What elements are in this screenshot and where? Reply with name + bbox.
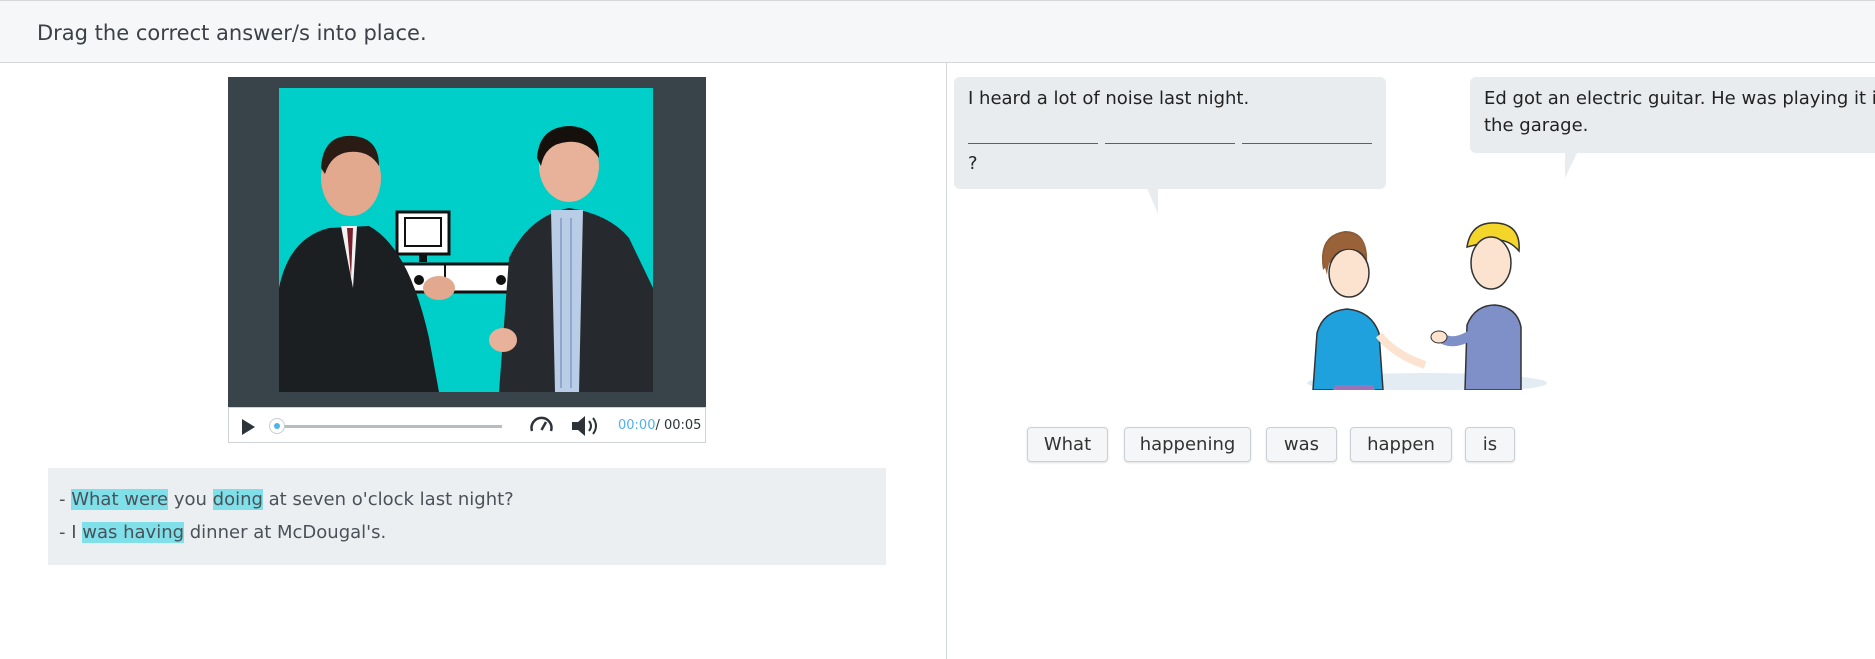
conversation-cartoon-image xyxy=(1307,222,1547,390)
time-display: 00:00/ 00:05 xyxy=(618,418,701,433)
transcript-line-1: - What were you doing at seven o'clock l… xyxy=(59,489,514,510)
transcript-line-2: - I was having dinner at McDougal's. xyxy=(59,522,386,543)
plain-text: at seven o'clock last night? xyxy=(262,489,514,510)
play-icon[interactable] xyxy=(242,419,255,435)
bubble-text: the garage. xyxy=(1484,115,1589,136)
speed-icon[interactable] xyxy=(529,413,554,438)
instruction-bar: Drag the correct answer/s into place. xyxy=(0,0,1875,63)
highlight-text: What were xyxy=(71,489,169,510)
bubble-tail xyxy=(1565,153,1577,178)
answer-chip[interactable]: What xyxy=(1027,427,1108,462)
drop-zone-2[interactable] xyxy=(1105,143,1235,144)
progress-track[interactable] xyxy=(275,425,502,428)
line-prefix: - xyxy=(59,489,72,510)
progress-handle[interactable] xyxy=(269,418,285,434)
answer-chip[interactable]: was xyxy=(1266,427,1337,462)
plain-text: dinner at McDougal's. xyxy=(184,522,387,543)
current-time: 00:00 xyxy=(618,418,656,433)
video-still-image xyxy=(279,126,653,392)
duration: / 00:05 xyxy=(655,418,702,433)
speech-bubble-right: Ed got an electric guitar. He was playin… xyxy=(1470,77,1875,153)
bubble-text: Ed got an electric guitar. He was playin… xyxy=(1484,88,1875,109)
highlight-text: was having xyxy=(82,522,185,543)
instruction-text: Drag the correct answer/s into place. xyxy=(37,21,427,45)
bubble-tail xyxy=(1147,188,1158,214)
transcript-box: - What were you doing at seven o'clock l… xyxy=(48,468,886,565)
speech-bubble-left: I heard a lot of noise last night. ? xyxy=(954,77,1386,189)
video-controls: 00:00/ 00:05 xyxy=(228,407,706,443)
plain-text: you xyxy=(168,489,213,510)
drop-zone-1[interactable] xyxy=(968,143,1098,144)
bubble-text: I heard a lot of noise last night. xyxy=(968,88,1250,109)
volume-icon[interactable] xyxy=(570,414,602,438)
answer-chip[interactable]: happening xyxy=(1124,427,1251,462)
answer-chip[interactable]: is xyxy=(1465,427,1515,462)
bubble-end-text: ? xyxy=(968,153,978,174)
panel-divider xyxy=(946,63,947,659)
drop-zone-3[interactable] xyxy=(1242,143,1372,144)
video-frame[interactable] xyxy=(279,88,653,392)
video-player[interactable]: 00:00/ 00:05 xyxy=(228,77,706,443)
answer-chip[interactable]: happen xyxy=(1350,427,1452,462)
highlight-text: doing xyxy=(212,489,263,510)
line-prefix: - I xyxy=(59,522,83,543)
